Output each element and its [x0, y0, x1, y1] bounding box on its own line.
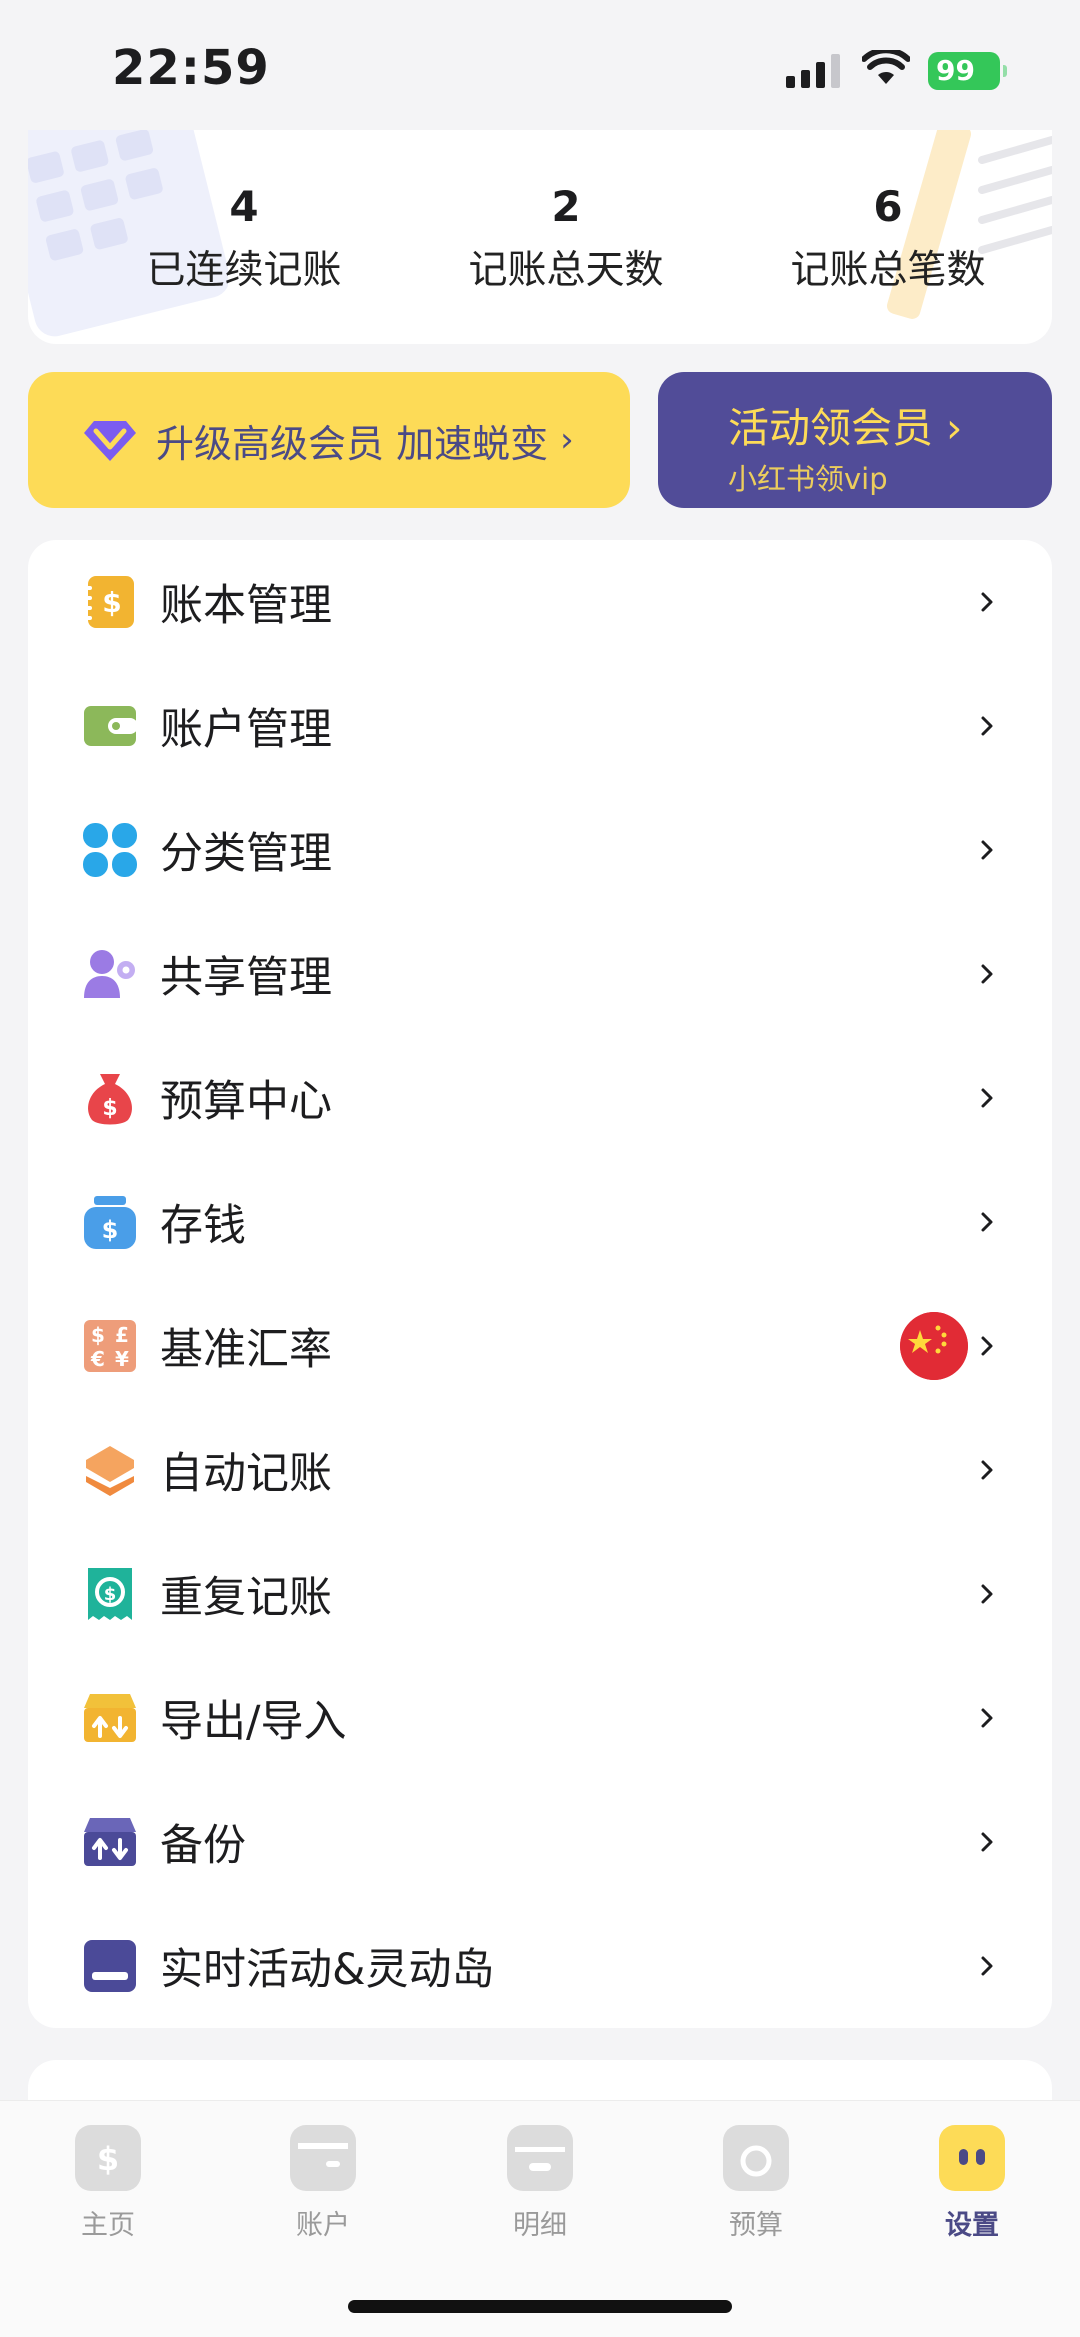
chevron-right-icon [981, 1832, 993, 1852]
stat-label: 已连续记账 [146, 248, 342, 293]
tab-label: 账户 [296, 2210, 350, 2241]
calendar-icon [507, 2125, 573, 2191]
layers-icon [86, 1446, 134, 1496]
svg-text:€: € [90, 1347, 105, 1371]
chevron-right-icon [981, 1336, 993, 1356]
stat-label: 记账总笔数 [790, 248, 986, 293]
tab-settings[interactable]: 设置 [902, 2125, 1042, 2242]
activity-subtitle: 小红书领vip [728, 462, 888, 496]
tab-details[interactable]: 明细 [470, 2125, 610, 2242]
chevron-right-icon [981, 592, 993, 612]
tab-label: 设置 [945, 2210, 999, 2241]
menu-item-ledger-management[interactable]: $ 账本管理 [28, 540, 1052, 664]
home-dollar-icon: $ [75, 2125, 141, 2191]
tab-label: 主页 [81, 2210, 135, 2241]
china-flag-icon [900, 1312, 968, 1380]
chevron-right-icon [981, 840, 993, 860]
settings-menu: $ 账本管理 账户管理 分类管理 共享管理 $ 预算中心 $ 存钱 $ £ € … [28, 540, 1052, 2028]
menu-item-budget-center[interactable]: $ 预算中心 [28, 1036, 1052, 1160]
menu-label: 存钱 [160, 1201, 246, 1251]
wallet-icon [84, 706, 138, 746]
currency-icon: $ £ € ¥ [84, 1320, 136, 1372]
upgrade-label: 升级高级会员 加速蜕变 [156, 421, 549, 466]
stat-consecutive-days: 4 已连续记账 [104, 182, 384, 295]
activity-title: 活动领会员 › [728, 404, 963, 452]
svg-text:£: £ [115, 1323, 129, 1347]
svg-text:$: $ [97, 2140, 119, 2178]
status-bar: 22:59 99 [0, 0, 1080, 130]
cellular-signal-icon [786, 54, 840, 88]
recurring-receipt-icon: $ [88, 1568, 132, 1620]
menu-label: 自动记账 [160, 1449, 332, 1499]
chevron-right-icon [981, 1708, 993, 1728]
stat-total-days: 2 记账总天数 [426, 182, 706, 295]
savings-jar-icon: $ [84, 1196, 136, 1249]
menu-item-share-management[interactable]: 共享管理 [28, 912, 1052, 1036]
status-time: 22:59 [112, 40, 270, 96]
stat-value: 4 [229, 182, 259, 231]
svg-text:$: $ [104, 1584, 117, 1605]
stat-total-entries: 6 记账总笔数 [748, 182, 1028, 295]
diamond-icon [84, 421, 136, 461]
chevron-right-icon [981, 1212, 993, 1232]
settings-face-icon [939, 2125, 1005, 2191]
svg-text:$: $ [102, 586, 121, 619]
chevron-right-icon [981, 964, 993, 984]
stat-value: 2 [551, 182, 581, 231]
chevron-right-icon [981, 1088, 993, 1108]
chevron-right-icon: › [560, 420, 574, 460]
menu-label: 预算中心 [160, 1077, 332, 1127]
menu-item-account-management[interactable]: 账户管理 [28, 664, 1052, 788]
svg-text:¥: ¥ [115, 1347, 129, 1371]
menu-label: 备份 [160, 1821, 246, 1871]
chevron-right-icon [981, 1584, 993, 1604]
menu-label: 账户管理 [160, 705, 332, 755]
menu-item-savings[interactable]: $ 存钱 [28, 1160, 1052, 1284]
backup-icon [84, 1818, 136, 1866]
stat-value: 6 [873, 182, 903, 231]
svg-text:$: $ [102, 1216, 119, 1244]
menu-label: 基准汇率 [160, 1325, 332, 1375]
battery-icon: 99 [928, 52, 1007, 90]
svg-text:$: $ [102, 1096, 117, 1121]
menu-label: 分类管理 [160, 829, 332, 879]
menu-item-category-management[interactable]: 分类管理 [28, 788, 1052, 912]
share-users-icon [84, 950, 135, 998]
live-activity-icon [84, 1940, 136, 1992]
tab-home[interactable]: $ 主页 [38, 2125, 178, 2242]
upgrade-premium-button[interactable]: 升级高级会员 加速蜕变 › [28, 372, 630, 508]
menu-label: 导出/导入 [160, 1697, 347, 1747]
activity-vip-button[interactable]: 活动领会员 › 小红书领vip [658, 372, 1052, 508]
export-import-icon [84, 1694, 136, 1742]
tab-accounts[interactable]: 账户 [253, 2125, 393, 2242]
money-bag-icon: $ [88, 1074, 132, 1125]
menu-item-auto-bookkeeping[interactable]: 自动记账 [28, 1408, 1052, 1532]
tab-label: 预算 [729, 2210, 783, 2241]
menu-label: 实时活动&灵动岛 [160, 1945, 495, 1995]
card-icon [290, 2125, 356, 2191]
menu-item-recurring-bookkeeping[interactable]: $ 重复记账 [28, 1532, 1052, 1656]
menu-item-live-activity[interactable]: 实时活动&灵动岛 [28, 1904, 1052, 2028]
menu-item-export-import[interactable]: 导出/导入 [28, 1656, 1052, 1780]
budget-icon [723, 2125, 789, 2191]
menu-label: 账本管理 [160, 581, 332, 631]
chevron-right-icon [981, 1460, 993, 1480]
chevron-right-icon [981, 1956, 993, 1976]
home-indicator[interactable] [348, 2300, 732, 2313]
ledger-icon: $ [84, 576, 134, 628]
svg-text:$: $ [91, 1323, 105, 1347]
chevron-right-icon [981, 716, 993, 736]
tab-budget[interactable]: 预算 [686, 2125, 826, 2242]
menu-item-base-exchange-rate[interactable]: $ £ € ¥ 基准汇率 [28, 1284, 1052, 1408]
tab-label: 明细 [513, 2210, 567, 2241]
stat-label: 记账总天数 [468, 248, 664, 293]
menu-label: 重复记账 [160, 1573, 332, 1623]
category-icon [83, 823, 137, 877]
stats-card: 4 已连续记账 2 记账总天数 6 记账总笔数 [28, 100, 1052, 344]
wifi-icon [862, 50, 910, 84]
menu-item-backup[interactable]: 备份 [28, 1780, 1052, 1904]
menu-label: 共享管理 [160, 953, 332, 1003]
